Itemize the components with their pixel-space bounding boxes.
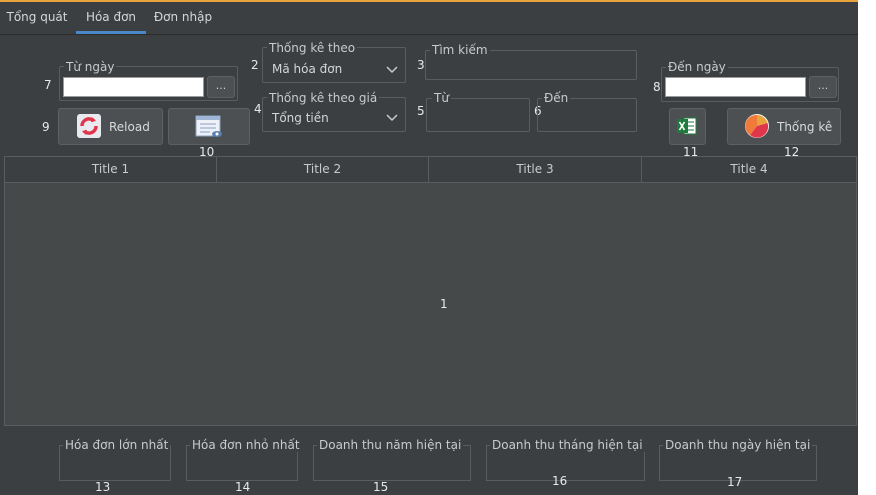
marker-2: 2 [251, 58, 259, 72]
tab-overview[interactable]: Tổng quát [4, 2, 70, 32]
to-date-label: Đến ngày [666, 60, 728, 74]
chevron-down-icon [386, 114, 398, 122]
column-header[interactable]: Title 4 [642, 157, 856, 182]
marker-17: 17 [727, 475, 743, 489]
marker-13: 13 [95, 480, 111, 494]
to-date-browse-button[interactable]: ... [809, 76, 837, 98]
marker-4: 4 [254, 102, 262, 116]
statistics-label: Thống kê [777, 120, 833, 134]
stat-price-label: Thống kê theo giá [267, 91, 380, 105]
stat-price-select[interactable]: Tổng tiền [272, 111, 329, 125]
stat-by-select[interactable]: Mã hóa đơn [272, 62, 342, 76]
preview-icon [195, 115, 222, 137]
to-label: Đến [542, 91, 571, 105]
column-header[interactable]: Title 3 [429, 157, 642, 182]
tab-invoices[interactable]: Hóa đơn [76, 2, 146, 34]
max-invoice-label: Hóa đơn lớn nhất [63, 438, 171, 452]
marker-7: 7 [44, 78, 52, 92]
invoice-table[interactable]: Title 1 Title 2 Title 3 Title 4 1 [4, 156, 857, 426]
excel-icon [677, 117, 697, 135]
preview-button[interactable] [168, 108, 250, 145]
marker-5: 5 [417, 104, 425, 118]
reload-icon [77, 114, 101, 138]
marker-14: 14 [235, 480, 251, 494]
marker-1: 1 [440, 297, 448, 311]
marker-3: 3 [417, 58, 425, 72]
column-header[interactable]: Title 2 [217, 157, 429, 182]
search-label: Tìm kiếm [430, 43, 490, 57]
from-date-browse-button[interactable]: ... [207, 76, 235, 98]
revenue-year-label: Doanh thu năm hiện tại [317, 438, 464, 452]
stat-by-label: Thống kê theo [267, 41, 358, 55]
min-invoice-label: Hóa đơn nhỏ nhất [190, 438, 302, 452]
marker-15: 15 [373, 480, 389, 494]
marker-8: 8 [653, 80, 661, 94]
to-date-input[interactable] [665, 77, 806, 97]
revenue-month-label: Doanh thu tháng hiện tại [490, 438, 645, 452]
export-excel-button[interactable] [669, 108, 706, 145]
tab-bar: Tổng quát Hóa đơn Đơn nhập [0, 2, 858, 35]
revenue-day-label: Doanh thu ngày hiện tại [663, 438, 813, 452]
from-date-label: Từ ngày [64, 60, 117, 74]
pie-chart-icon [745, 114, 769, 138]
marker-16: 16 [552, 474, 568, 488]
table-header: Title 1 Title 2 Title 3 Title 4 [5, 157, 856, 183]
reload-button[interactable]: Reload [58, 108, 163, 145]
column-header[interactable]: Title 1 [5, 157, 217, 182]
app-window: Tổng quát Hóa đơn Đơn nhập 7 Từ ngày ...… [0, 0, 858, 495]
statistics-button[interactable]: Thống kê [727, 108, 841, 145]
marker-9: 9 [42, 120, 50, 134]
reload-label: Reload [109, 120, 150, 134]
from-date-input[interactable] [63, 77, 204, 97]
tab-imports[interactable]: Đơn nhập [150, 2, 216, 32]
from-label: Từ [432, 91, 451, 105]
chevron-down-icon [386, 66, 398, 74]
